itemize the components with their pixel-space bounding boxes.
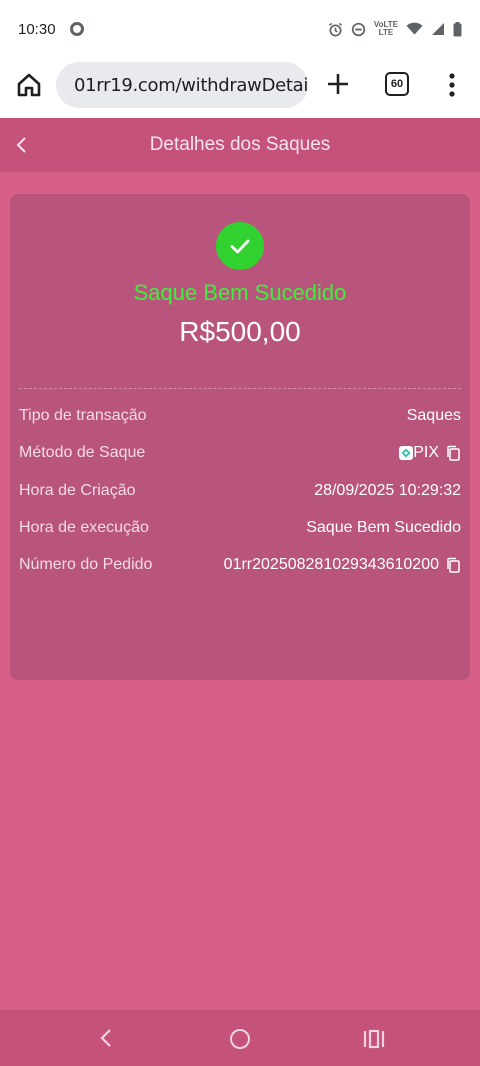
copy-icon[interactable] <box>445 445 461 461</box>
detail-row-created: Hora de Criação 28/09/2025 10:29:32 <box>19 479 461 503</box>
check-icon <box>216 222 264 270</box>
detail-label: Hora de Criação <box>19 482 136 499</box>
nav-home-icon[interactable] <box>230 1029 250 1049</box>
withdraw-details-card: Saque Bem Sucedido R$500,00 Tipo de tran… <box>10 194 470 680</box>
battery-icon <box>453 21 462 36</box>
url-text: 01rr19.com/withdrawDetails? <box>74 74 308 96</box>
more-vert-icon[interactable] <box>440 70 464 100</box>
chevron-left-icon[interactable] <box>12 134 34 156</box>
page-title: Detalhes dos Saques <box>149 134 331 155</box>
system-nav-bar <box>0 1010 480 1066</box>
network-label: LTE <box>378 28 394 37</box>
dnd-icon <box>351 22 365 36</box>
signal-icon <box>432 23 444 35</box>
amount: R$500,00 <box>179 316 301 347</box>
detail-value: 01rr202508281029343610200 <box>223 556 439 573</box>
status-icons: VoLTE LTE <box>328 21 462 37</box>
wifi-icon <box>406 22 423 35</box>
detail-row-executed: Hora de execução Saque Bem Sucedido <box>19 516 461 540</box>
detail-label: Método de Saque <box>19 444 146 461</box>
copy-icon[interactable] <box>445 557 461 573</box>
detail-value: 28/09/2025 10:29:32 <box>314 482 461 499</box>
detail-row-method: Método de Saque PIX <box>19 441 461 465</box>
browser-toolbar: 01rr19.com/withdrawDetails? 60 <box>0 58 480 118</box>
nav-recents-icon[interactable] <box>362 1028 386 1050</box>
pix-icon <box>399 446 414 460</box>
alarm-icon <box>328 22 342 36</box>
plus-icon[interactable] <box>324 70 352 98</box>
detail-row-order: Número do Pedido 01rr2025082810293436102… <box>19 553 461 577</box>
address-bar[interactable]: 01rr19.com/withdrawDetails? <box>56 62 308 108</box>
status-bar: 10:30 VoLTE LTE <box>0 0 480 58</box>
detail-value: PIX <box>413 444 439 461</box>
nav-back-icon[interactable] <box>96 1026 116 1050</box>
detail-label: Número do Pedido <box>19 556 153 573</box>
divider <box>19 388 461 389</box>
detail-value: Saque Bem Sucedido <box>306 519 461 536</box>
detail-label: Tipo de transação <box>19 407 147 424</box>
detail-value: Saques <box>406 407 461 424</box>
detail-label: Hora de execução <box>19 519 149 536</box>
detail-row-type: Tipo de transação Saques <box>19 404 461 428</box>
status-time: 10:30 <box>18 20 56 38</box>
home-icon[interactable] <box>14 70 44 100</box>
status-title: Saque Bem Sucedido <box>133 280 347 305</box>
chrome-icon <box>69 22 84 36</box>
volte-icon: VoLTE LTE <box>373 20 398 37</box>
tab-count: 60 <box>390 78 404 90</box>
tabs-icon[interactable]: 60 <box>385 72 409 96</box>
app-header: Detalhes dos Saques <box>0 118 480 172</box>
